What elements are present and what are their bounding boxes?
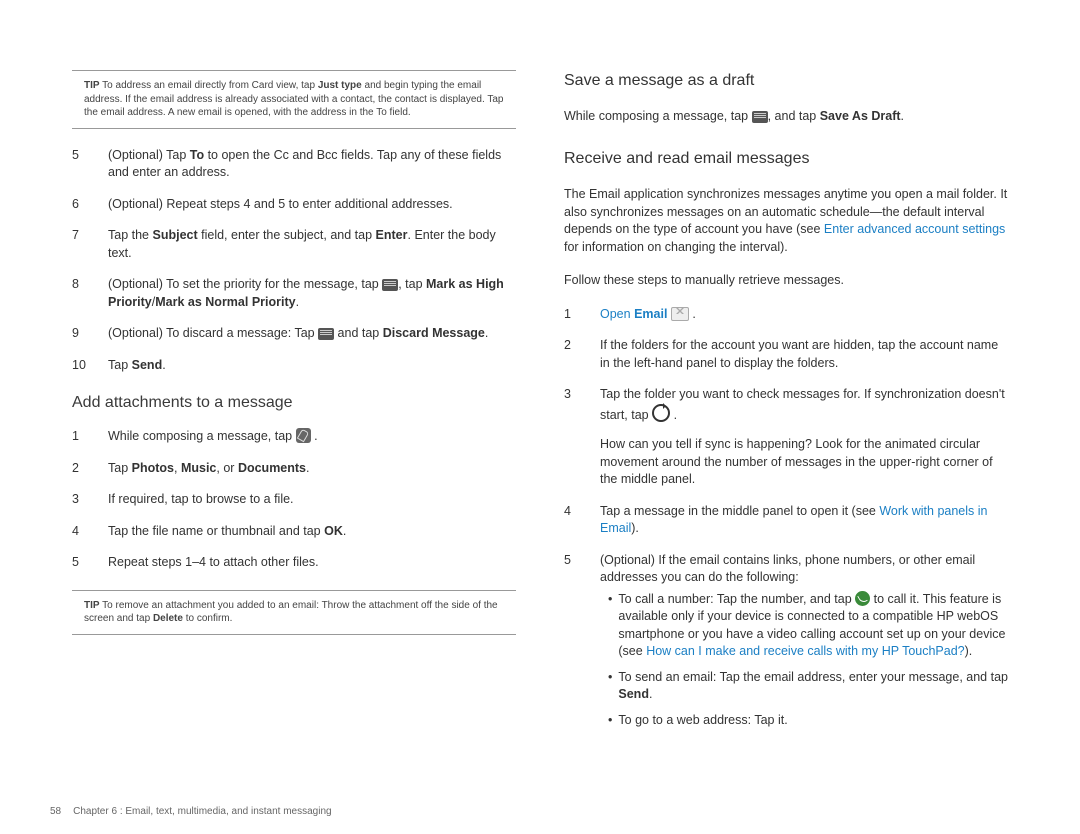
- step-body: Open Email .: [600, 306, 1008, 324]
- step-b4: 4 Tap the file name or thumbnail and tap…: [72, 523, 516, 541]
- recv-para-2: Follow these steps to manually retrieve …: [564, 272, 1008, 290]
- step-body: (Optional) Tap To to open the Cc and Bcc…: [108, 147, 516, 182]
- chapter-label: Chapter 6 : Email, text, multimedia, and…: [73, 806, 331, 817]
- recv-step-1: 1 Open Email .: [564, 306, 1008, 324]
- step-number: 1: [564, 306, 582, 324]
- tip-label: TIP: [84, 600, 100, 611]
- step-number: 5: [564, 552, 582, 738]
- left-column: TIP To address an email directly from Ca…: [72, 70, 516, 790]
- call-icon: [855, 591, 870, 606]
- step-b5: 5 Repeat steps 1–4 to attach other files…: [72, 554, 516, 572]
- step-body: Tap Send.: [108, 357, 516, 375]
- subhead-save-draft: Save a message as a draft: [564, 70, 1008, 92]
- step-body: If required, tap to browse to a file.: [108, 491, 516, 509]
- menu-icon: [318, 328, 334, 340]
- step-body: (Optional) To discard a message: Tap and…: [108, 325, 516, 343]
- step-body: If the folders for the account you want …: [600, 337, 1008, 372]
- step-number: 6: [72, 196, 90, 214]
- email-icon: [671, 307, 689, 321]
- step-6: 6 (Optional) Repeat steps 4 and 5 to ent…: [72, 196, 516, 214]
- bullet-call: • To call a number: Tap the number, and …: [608, 591, 1008, 661]
- page-footer: 58 Chapter 6 : Email, text, multimedia, …: [50, 806, 1008, 817]
- step-body: Tap a message in the middle panel to ope…: [600, 503, 1008, 538]
- recv-step-4: 4 Tap a message in the middle panel to o…: [564, 503, 1008, 538]
- menu-icon: [752, 111, 768, 123]
- step-number: 8: [72, 276, 90, 311]
- save-draft-para: While composing a message, tap , and tap…: [564, 108, 1008, 126]
- tip-box-2: TIP To remove an attachment you added to…: [72, 590, 516, 635]
- step-body: (Optional) To set the priority for the m…: [108, 276, 516, 311]
- step-body: Tap the file name or thumbnail and tap O…: [108, 523, 516, 541]
- tip-bold: Just type: [318, 80, 362, 91]
- recv-steps: 1 Open Email . 2 If the folders for the …: [564, 306, 1008, 738]
- step-body: While composing a message, tap .: [108, 428, 516, 446]
- recv-para-1: The Email application synchronizes messa…: [564, 186, 1008, 256]
- recv-step-5: 5 (Optional) If the email contains links…: [564, 552, 1008, 738]
- step-body: (Optional) If the email contains links, …: [600, 552, 1008, 738]
- step-number: 9: [72, 325, 90, 343]
- step-number: 2: [564, 337, 582, 372]
- subhead-attachments: Add attachments to a message: [72, 392, 516, 414]
- bullet-dot: •: [608, 712, 612, 730]
- step-number: 4: [564, 503, 582, 538]
- link-advanced-settings[interactable]: Enter advanced account settings: [824, 222, 1005, 236]
- bullet-dot: •: [608, 591, 612, 661]
- page-number: 58: [50, 806, 61, 817]
- subhead-receive: Receive and read email messages: [564, 148, 1008, 170]
- step-b1: 1 While composing a message, tap .: [72, 428, 516, 446]
- step-body: Tap the folder you want to check message…: [600, 386, 1008, 489]
- step-number: 5: [72, 554, 90, 572]
- recv-step-3: 3 Tap the folder you want to check messa…: [564, 386, 1008, 489]
- tip-text-pre: To address an email directly from Card v…: [102, 80, 318, 91]
- step-8: 8 (Optional) To set the priority for the…: [72, 276, 516, 311]
- attachment-icon: [296, 428, 311, 443]
- bullet-email: • To send an email: Tap the email addres…: [608, 669, 1008, 704]
- refresh-icon: [652, 404, 670, 422]
- step-number: 7: [72, 227, 90, 262]
- step-b3: 3 If required, tap to browse to a file.: [72, 491, 516, 509]
- step-7: 7 Tap the Subject field, enter the subje…: [72, 227, 516, 262]
- link-calls-touchpad[interactable]: How can I make and receive calls with my…: [646, 644, 964, 658]
- step-10: 10 Tap Send.: [72, 357, 516, 375]
- tip-text: To remove an attachment you added to an …: [84, 600, 498, 625]
- step-number: 1: [72, 428, 90, 446]
- step-9: 9 (Optional) To discard a message: Tap a…: [72, 325, 516, 343]
- step-5: 5 (Optional) Tap To to open the Cc and B…: [72, 147, 516, 182]
- step-body: Tap the Subject field, enter the subject…: [108, 227, 516, 262]
- step-number: 10: [72, 357, 90, 375]
- step-number: 3: [72, 491, 90, 509]
- step-number: 3: [564, 386, 582, 489]
- right-column: Save a message as a draft While composin…: [564, 70, 1008, 790]
- tip-box-1: TIP To address an email directly from Ca…: [72, 70, 516, 129]
- step-body: (Optional) Repeat steps 4 and 5 to enter…: [108, 196, 516, 214]
- step-body: Repeat steps 1–4 to attach other files.: [108, 554, 516, 572]
- menu-icon: [382, 279, 398, 291]
- step-b2: 2 Tap Photos, Music, or Documents.: [72, 460, 516, 478]
- step-number: 2: [72, 460, 90, 478]
- bullet-web: • To go to a web address: Tap it.: [608, 712, 1008, 730]
- step-list-b: 1 While composing a message, tap . 2 Tap…: [72, 428, 516, 572]
- page-content: TIP To address an email directly from Ca…: [0, 0, 1080, 790]
- step-5-bullets: • To call a number: Tap the number, and …: [600, 591, 1008, 730]
- tip-label: TIP: [84, 80, 100, 91]
- recv-step-2: 2 If the folders for the account you wan…: [564, 337, 1008, 372]
- step-body: Tap Photos, Music, or Documents.: [108, 460, 516, 478]
- step-list-a: 5 (Optional) Tap To to open the Cc and B…: [72, 147, 516, 375]
- bullet-dot: •: [608, 669, 612, 704]
- step-3-followup: How can you tell if sync is happening? L…: [600, 436, 1008, 489]
- step-number: 4: [72, 523, 90, 541]
- link-open-email[interactable]: Open Email: [600, 307, 667, 321]
- step-number: 5: [72, 147, 90, 182]
